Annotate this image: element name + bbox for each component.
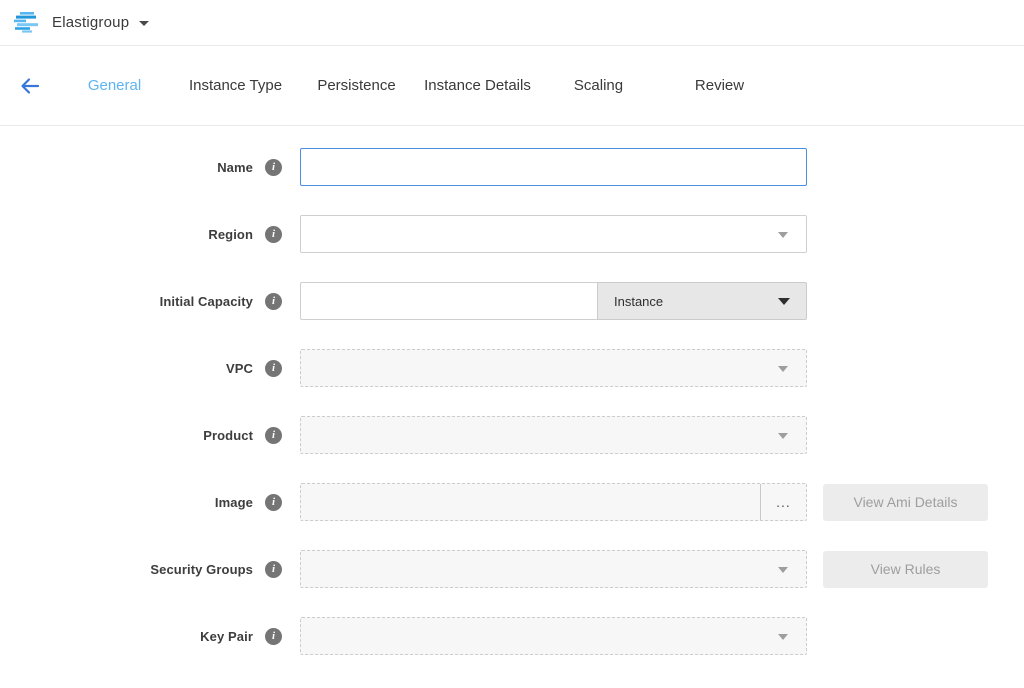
security-groups-select [300,550,807,588]
region-label: Region [208,227,253,242]
tab-instance-details[interactable]: Instance Details [417,77,538,94]
key-pair-label: Key Pair [200,629,253,644]
initial-capacity-input[interactable] [300,282,597,320]
app-title: Elastigroup [52,14,129,31]
vpc-select [300,349,807,387]
chevron-down-icon [778,567,788,573]
app-switcher-caret-icon[interactable] [139,21,149,26]
vpc-info-icon[interactable]: i [265,360,282,377]
name-info-icon[interactable]: i [265,159,282,176]
capacity-unit-value: Instance [614,294,663,309]
key-pair-select [300,617,807,655]
chevron-down-icon [778,634,788,640]
image-browse-button[interactable]: ... [760,484,806,520]
capacity-unit-select[interactable]: Instance [597,282,807,320]
product-label: Product [203,428,253,443]
product-select [300,416,807,454]
wizard-tabs: General Instance Type Persistence Instan… [54,77,780,94]
vpc-label: VPC [226,361,253,376]
tab-instance-type[interactable]: Instance Type [175,77,296,94]
security-groups-info-icon[interactable]: i [265,561,282,578]
product-info-icon[interactable]: i [265,427,282,444]
security-groups-label: Security Groups [150,562,253,577]
tab-persistence[interactable]: Persistence [296,77,417,94]
image-field-row: Image i ... View Ami Details [0,483,1024,521]
name-input[interactable] [300,148,807,186]
name-field-row: Name i [0,148,1024,186]
view-ami-details-button[interactable]: View Ami Details [823,484,988,521]
chevron-down-icon [778,433,788,439]
chevron-down-icon [778,366,788,372]
region-select[interactable] [300,215,807,253]
vpc-field-row: VPC i [0,349,1024,387]
image-input: ... [300,483,807,521]
view-rules-button[interactable]: View Rules [823,551,988,588]
initial-capacity-field-row: Initial Capacity i Instance [0,282,1024,320]
general-settings-form: Name i Region i Initial Capacity i Insta… [0,126,1024,655]
chevron-down-icon [778,298,790,305]
initial-capacity-info-icon[interactable]: i [265,293,282,310]
initial-capacity-label: Initial Capacity [160,294,253,309]
key-pair-info-icon[interactable]: i [265,628,282,645]
name-label: Name [217,160,253,175]
elastigroup-logo-icon [14,12,40,33]
region-info-icon[interactable]: i [265,226,282,243]
top-bar: Elastigroup [0,0,1024,46]
security-groups-field-row: Security Groups i View Rules [0,550,1024,588]
image-info-icon[interactable]: i [265,494,282,511]
image-label: Image [215,495,253,510]
key-pair-field-row: Key Pair i [0,617,1024,655]
wizard-tab-bar: General Instance Type Persistence Instan… [0,46,1024,126]
back-arrow-icon[interactable] [18,74,42,98]
tab-review[interactable]: Review [659,77,780,94]
tab-scaling[interactable]: Scaling [538,77,659,94]
image-value [301,484,760,520]
tab-general[interactable]: General [54,77,175,94]
region-field-row: Region i [0,215,1024,253]
product-field-row: Product i [0,416,1024,454]
chevron-down-icon [778,232,788,238]
